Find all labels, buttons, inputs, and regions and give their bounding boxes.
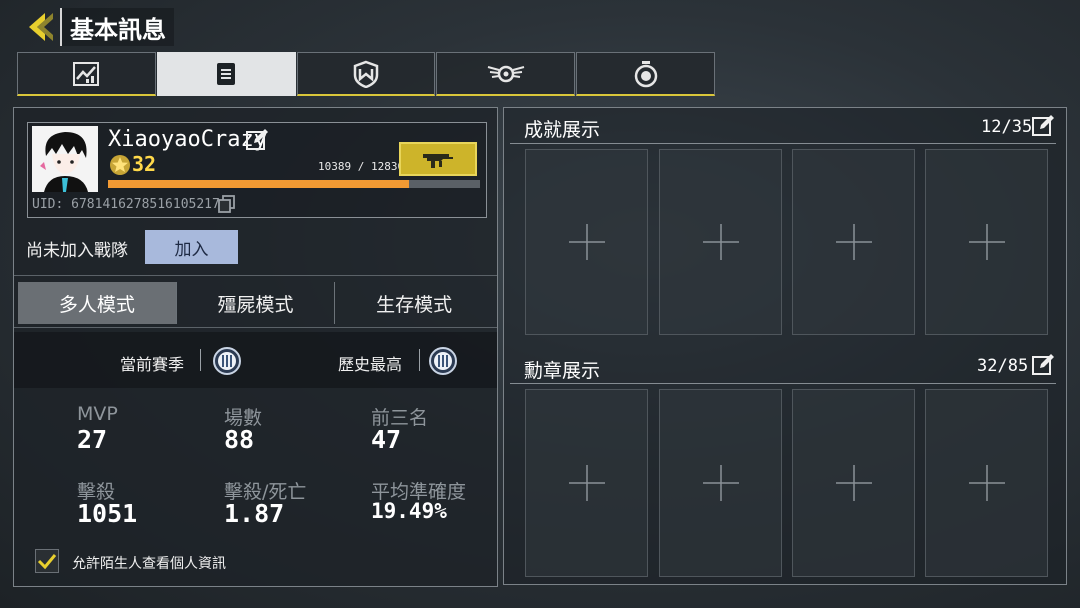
divider	[200, 349, 201, 371]
privacy-label: 允許陌生人查看個人資訊	[72, 556, 226, 572]
achievement-slot-4[interactable]	[925, 149, 1048, 335]
edit-icon	[1032, 115, 1054, 136]
top-tab-bar	[17, 52, 716, 96]
achievement-slot-2[interactable]	[659, 149, 782, 335]
tab-survival[interactable]: 生存模式	[335, 282, 493, 324]
stat-label-mvp: MVP	[77, 403, 118, 425]
xp-text: 10389 / 12830	[318, 160, 405, 173]
weapon-showcase-button[interactable]	[399, 142, 477, 176]
divider	[510, 383, 1056, 384]
current-rank-icon[interactable]	[213, 347, 241, 379]
medal-slot-3[interactable]	[792, 389, 915, 577]
achievement-slot-3[interactable]	[792, 149, 915, 335]
tab-timer[interactable]	[576, 52, 715, 96]
stopwatch-icon	[634, 60, 657, 87]
shield-badge-icon	[353, 60, 379, 88]
tab-badges[interactable]	[296, 52, 436, 96]
achievements-count: 12/35	[981, 117, 1033, 137]
plus-icon	[702, 224, 739, 260]
achievement-slot-1[interactable]	[525, 149, 648, 335]
tab-multiplayer[interactable]: 多人模式	[18, 282, 177, 324]
plus-icon	[968, 224, 1005, 260]
edit-icon	[1032, 354, 1054, 375]
xp-progress-bar	[108, 180, 480, 188]
stat-value-accuracy: 19.49%	[371, 499, 447, 523]
copy-icon	[218, 195, 235, 213]
season-bar	[14, 332, 497, 388]
stat-value-kills: 1051	[77, 499, 138, 528]
uid-text: UID: 6781416278516105217	[32, 197, 220, 212]
stat-value-mvp: 27	[77, 425, 108, 454]
edit-icon	[246, 129, 268, 150]
divider	[419, 349, 420, 371]
edit-achievements-button[interactable]	[1031, 114, 1055, 142]
medal-slot-2[interactable]	[659, 389, 782, 577]
copy-uid-button[interactable]	[218, 195, 236, 217]
current-season-label: 當前賽季	[120, 355, 185, 374]
divider	[14, 275, 497, 276]
edit-medals-button[interactable]	[1031, 353, 1055, 381]
privacy-checkbox[interactable]	[35, 549, 59, 573]
edit-name-button[interactable]	[245, 128, 269, 156]
player-level: 32	[132, 152, 157, 176]
avatar-image	[32, 126, 98, 192]
plus-icon	[968, 465, 1005, 501]
avatar[interactable]	[32, 126, 98, 192]
plus-icon	[835, 465, 872, 501]
medal-slot-4[interactable]	[925, 389, 1048, 577]
plus-icon	[568, 465, 605, 501]
wings-emblem-icon	[487, 65, 525, 82]
medals-title: 勳章展示	[524, 360, 601, 382]
stats-chart-icon	[73, 61, 100, 86]
best-rank-icon[interactable]	[429, 347, 457, 379]
back-button[interactable]	[20, 8, 60, 46]
smg-gun-icon	[423, 154, 453, 168]
divider	[510, 143, 1056, 144]
join-clan-button[interactable]: 加入	[145, 230, 238, 264]
stat-value-kd: 1.87	[224, 499, 285, 528]
mode-tabs: 多人模式 殭屍模式 生存模式	[18, 282, 493, 324]
plus-icon	[835, 224, 872, 260]
tab-profile[interactable]	[156, 52, 296, 96]
xp-progress-fill	[108, 180, 410, 188]
page-title: 基本訊息	[60, 8, 174, 46]
tab-zombies[interactable]: 殭屍模式	[177, 282, 336, 324]
back-arrow-icon	[29, 13, 53, 41]
medal-slot-1[interactable]	[525, 389, 648, 577]
history-best-label: 歷史最高	[338, 355, 403, 374]
stat-value-matches: 88	[224, 425, 255, 454]
tab-stats[interactable]	[17, 52, 156, 96]
checkmark-icon	[37, 554, 57, 570]
clan-status: 尚未加入戰隊	[26, 241, 128, 261]
level-star-icon	[109, 154, 131, 180]
medals-count: 32/85	[977, 356, 1029, 376]
plus-icon	[568, 224, 605, 260]
tab-emblem[interactable]	[436, 52, 576, 96]
achievements-title: 成就展示	[524, 119, 601, 141]
divider	[14, 327, 497, 328]
plus-icon	[702, 465, 739, 501]
stat-value-top3: 47	[371, 425, 402, 454]
document-icon	[217, 62, 236, 85]
username: XiaoyaoCrazy	[108, 127, 267, 152]
